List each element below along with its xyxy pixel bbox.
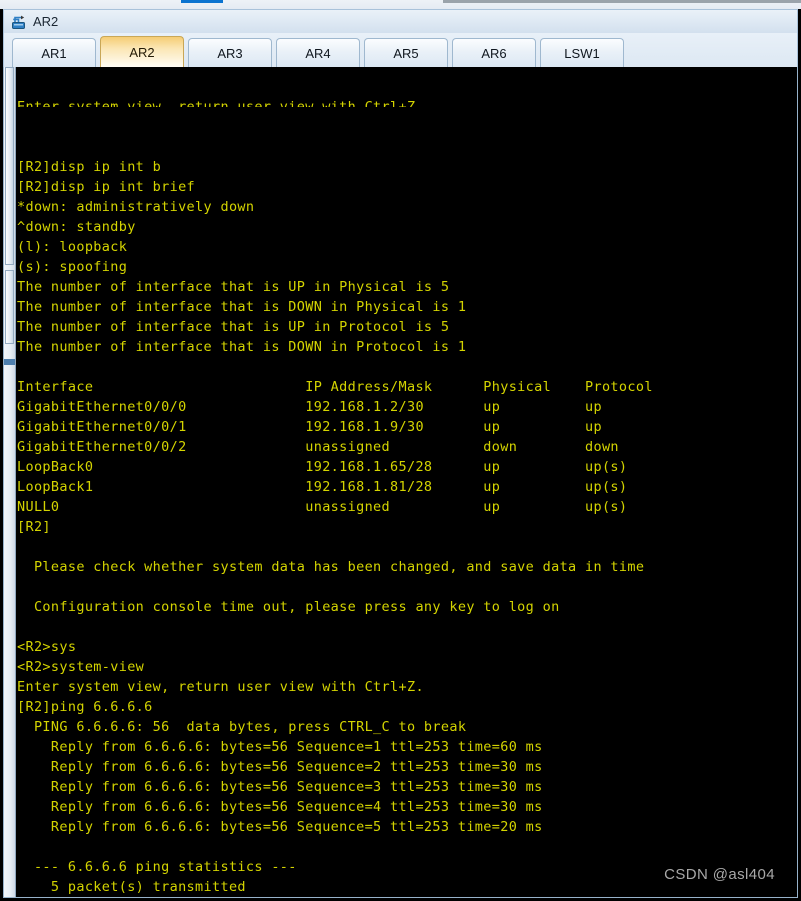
terminal-line: GigabitEthernet0/0/0 192.168.1.2/30 up u…	[17, 399, 602, 415]
terminal-output[interactable]: Enter system view, return user view with…	[17, 67, 797, 898]
terminal-line: The number of interface that is UP in Ph…	[17, 279, 450, 295]
tab-ar6[interactable]: AR6	[452, 38, 536, 67]
terminal-line: NULL0 unassigned up up(s)	[17, 499, 628, 515]
terminal-line: 5 packet(s) transmitted	[17, 879, 246, 895]
router-icon	[10, 13, 28, 31]
background-window-accent	[181, 0, 223, 3]
tab-label: AR2	[129, 44, 155, 60]
terminal-line: The number of interface that is DOWN in …	[17, 299, 467, 315]
tab-ar4[interactable]: AR4	[276, 38, 360, 67]
terminal-line: The number of interface that is DOWN in …	[17, 339, 467, 355]
background-window-strip	[0, 0, 801, 9]
tab-label: AR4	[305, 45, 331, 61]
emulator-window: AR2 AR1 AR2 AR3 AR4 AR5 AR6 LSW1 Enter s…	[0, 0, 801, 901]
terminal-line: GigabitEthernet0/0/1 192.168.1.9/30 up u…	[17, 419, 602, 435]
terminal-line-list: [R2]disp ip int b [R2]disp ip int brief *d…	[17, 157, 797, 898]
terminal-line: [R2]	[17, 519, 51, 535]
terminal-line: <R2>system-view	[17, 659, 145, 675]
terminal-line: Configuration console time out, please p…	[17, 599, 560, 615]
tab-label: AR5	[393, 45, 419, 61]
terminal-line: Reply from 6.6.6.6: bytes=56 Sequence=2 …	[17, 759, 543, 775]
tab-lsw1[interactable]: LSW1	[540, 38, 624, 67]
terminal-line: LoopBack1 192.168.1.81/28 up up(s)	[17, 479, 628, 495]
tab-label: AR1	[41, 45, 67, 61]
terminal-line: LoopBack0 192.168.1.65/28 up up(s)	[17, 459, 628, 475]
terminal-line: Interface IP Address/Mask Physical Proto…	[17, 379, 653, 395]
window-title: AR2	[33, 14, 59, 29]
terminal-line: ^down: standby	[17, 219, 136, 235]
terminal-line: *down: administratively down	[17, 199, 255, 215]
terminal-line: (l): loopback	[17, 239, 128, 255]
terminal-line: [R2]disp ip int brief	[17, 179, 196, 195]
terminal-scrollbar[interactable]	[4, 67, 16, 897]
terminal-line: Reply from 6.6.6.6: bytes=56 Sequence=4 …	[17, 799, 543, 815]
terminal-line: <R2>sys	[17, 639, 77, 655]
background-window-edge	[443, 0, 801, 3]
terminal-line: Reply from 6.6.6.6: bytes=56 Sequence=1 …	[17, 739, 543, 755]
tab-label: AR3	[217, 45, 243, 61]
terminal-line: Reply from 6.6.6.6: bytes=56 Sequence=5 …	[17, 819, 543, 835]
tab-label: LSW1	[564, 45, 600, 61]
terminal-line: 5 packet(s) received	[17, 897, 797, 898]
scrollbar-position-marker[interactable]	[4, 359, 15, 365]
terminal-line: Reply from 6.6.6.6: bytes=56 Sequence=3 …	[17, 779, 543, 795]
terminal-panel: Enter system view, return user view with…	[3, 67, 798, 898]
window-titlebar: AR2	[3, 9, 798, 33]
scrollbar-thumb-upper[interactable]	[5, 67, 14, 265]
terminal-line: [R2]ping 6.6.6.6	[17, 699, 153, 715]
tab-ar2[interactable]: AR2	[100, 36, 184, 67]
terminal-line: (s): spoofing	[17, 259, 128, 275]
tab-ar3[interactable]: AR3	[188, 38, 272, 67]
terminal-line: PING 6.6.6.6: 56 data bytes, press CTRL_…	[17, 719, 467, 735]
terminal-line: [R2]disp ip int b	[17, 159, 162, 175]
terminal-line: Enter system view, return user view with…	[17, 679, 424, 695]
tab-ar1[interactable]: AR1	[12, 38, 96, 67]
terminal-line: Please check whether system data has bee…	[17, 559, 645, 575]
tab-label: AR6	[481, 45, 507, 61]
device-tab-bar: AR1 AR2 AR3 AR4 AR5 AR6 LSW1	[3, 33, 798, 67]
scrollbar-thumb-lower[interactable]	[5, 270, 14, 344]
terminal-line: --- 6.6.6.6 ping statistics ---	[17, 859, 297, 875]
tab-ar5[interactable]: AR5	[364, 38, 448, 67]
terminal-line-clipped: Enter system view, return user view with…	[17, 99, 424, 107]
terminal-line: The number of interface that is UP in Pr…	[17, 319, 450, 335]
terminal-line: GigabitEthernet0/0/2 unassigned down dow…	[17, 439, 619, 455]
